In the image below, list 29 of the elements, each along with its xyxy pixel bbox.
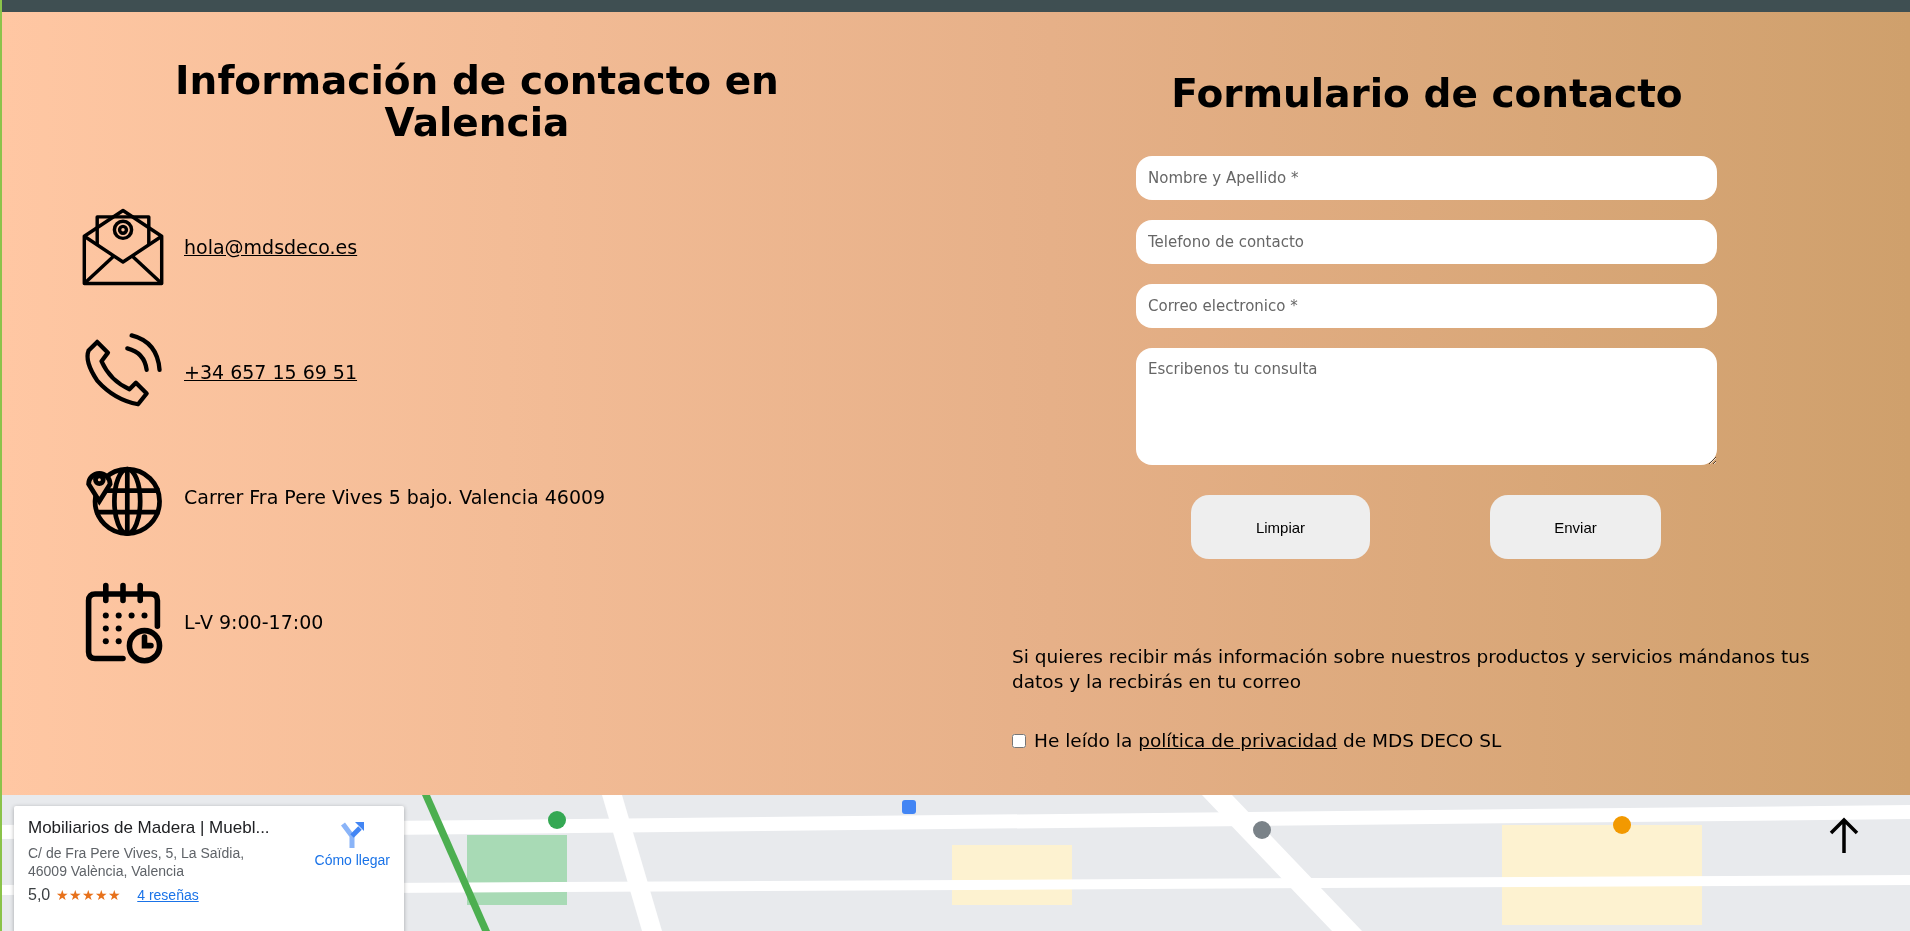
- privacy-consent-text: He leído la política de privacidad de MDS DECO SL: [1034, 730, 1502, 751]
- directions-link[interactable]: Cómo llegar: [314, 818, 390, 931]
- directions-icon: [339, 820, 366, 848]
- address-text: Carrer Fra Pere Vives 5 bajo. Valencia 46009: [184, 485, 606, 508]
- newsletter-note: Si quieres recibir más información sobre nuestros productos y servicios mándanos tus datos y la recbirás en tu correo: [1012, 645, 1811, 694]
- form-heading: Formulario de contacto: [1170, 72, 1684, 116]
- clear-button[interactable]: Limpiar: [1191, 495, 1370, 559]
- arrow-up-icon[interactable]: [1828, 817, 1860, 855]
- input-field[interactable]: Correo electronico *: [1136, 284, 1717, 328]
- message-field[interactable]: Escribenos tu consulta: [1136, 348, 1717, 465]
- privacy-policy-link[interactable]: política de privacidad: [1138, 730, 1338, 751]
- place-address: C/ de Fra Pere Vives, 5, La Saïdia,: [28, 844, 246, 862]
- rating-value: 5,0: [28, 886, 51, 904]
- input-field[interactable]: Telefono de contacto: [1136, 220, 1717, 264]
- phone-link[interactable]: +34 657 15 69 51: [184, 360, 358, 383]
- star-icon: ★: [108, 887, 122, 903]
- hours-text: L-V 9:00-17:00: [184, 610, 324, 633]
- input-field[interactable]: Nombre y Apellido *: [1136, 156, 1717, 200]
- star-icon: ★: [56, 887, 70, 903]
- place-name: Mobiliarios de Madera | Muebl...: [28, 818, 271, 838]
- star-icon: ★: [95, 887, 109, 903]
- privacy-checkbox[interactable]: [1012, 733, 1026, 748]
- star-icon: ★: [82, 887, 96, 903]
- send-button[interactable]: Enviar: [1490, 495, 1661, 559]
- reviews-link[interactable]: 4 reseñas: [137, 887, 199, 903]
- place-address: 46009 València, Valencia: [28, 862, 185, 880]
- email-link[interactable]: hola@mdsdeco.es: [184, 235, 358, 258]
- star-icon: ★: [69, 887, 83, 903]
- section-heading: Información de contacto en Valencia: [174, 60, 780, 144]
